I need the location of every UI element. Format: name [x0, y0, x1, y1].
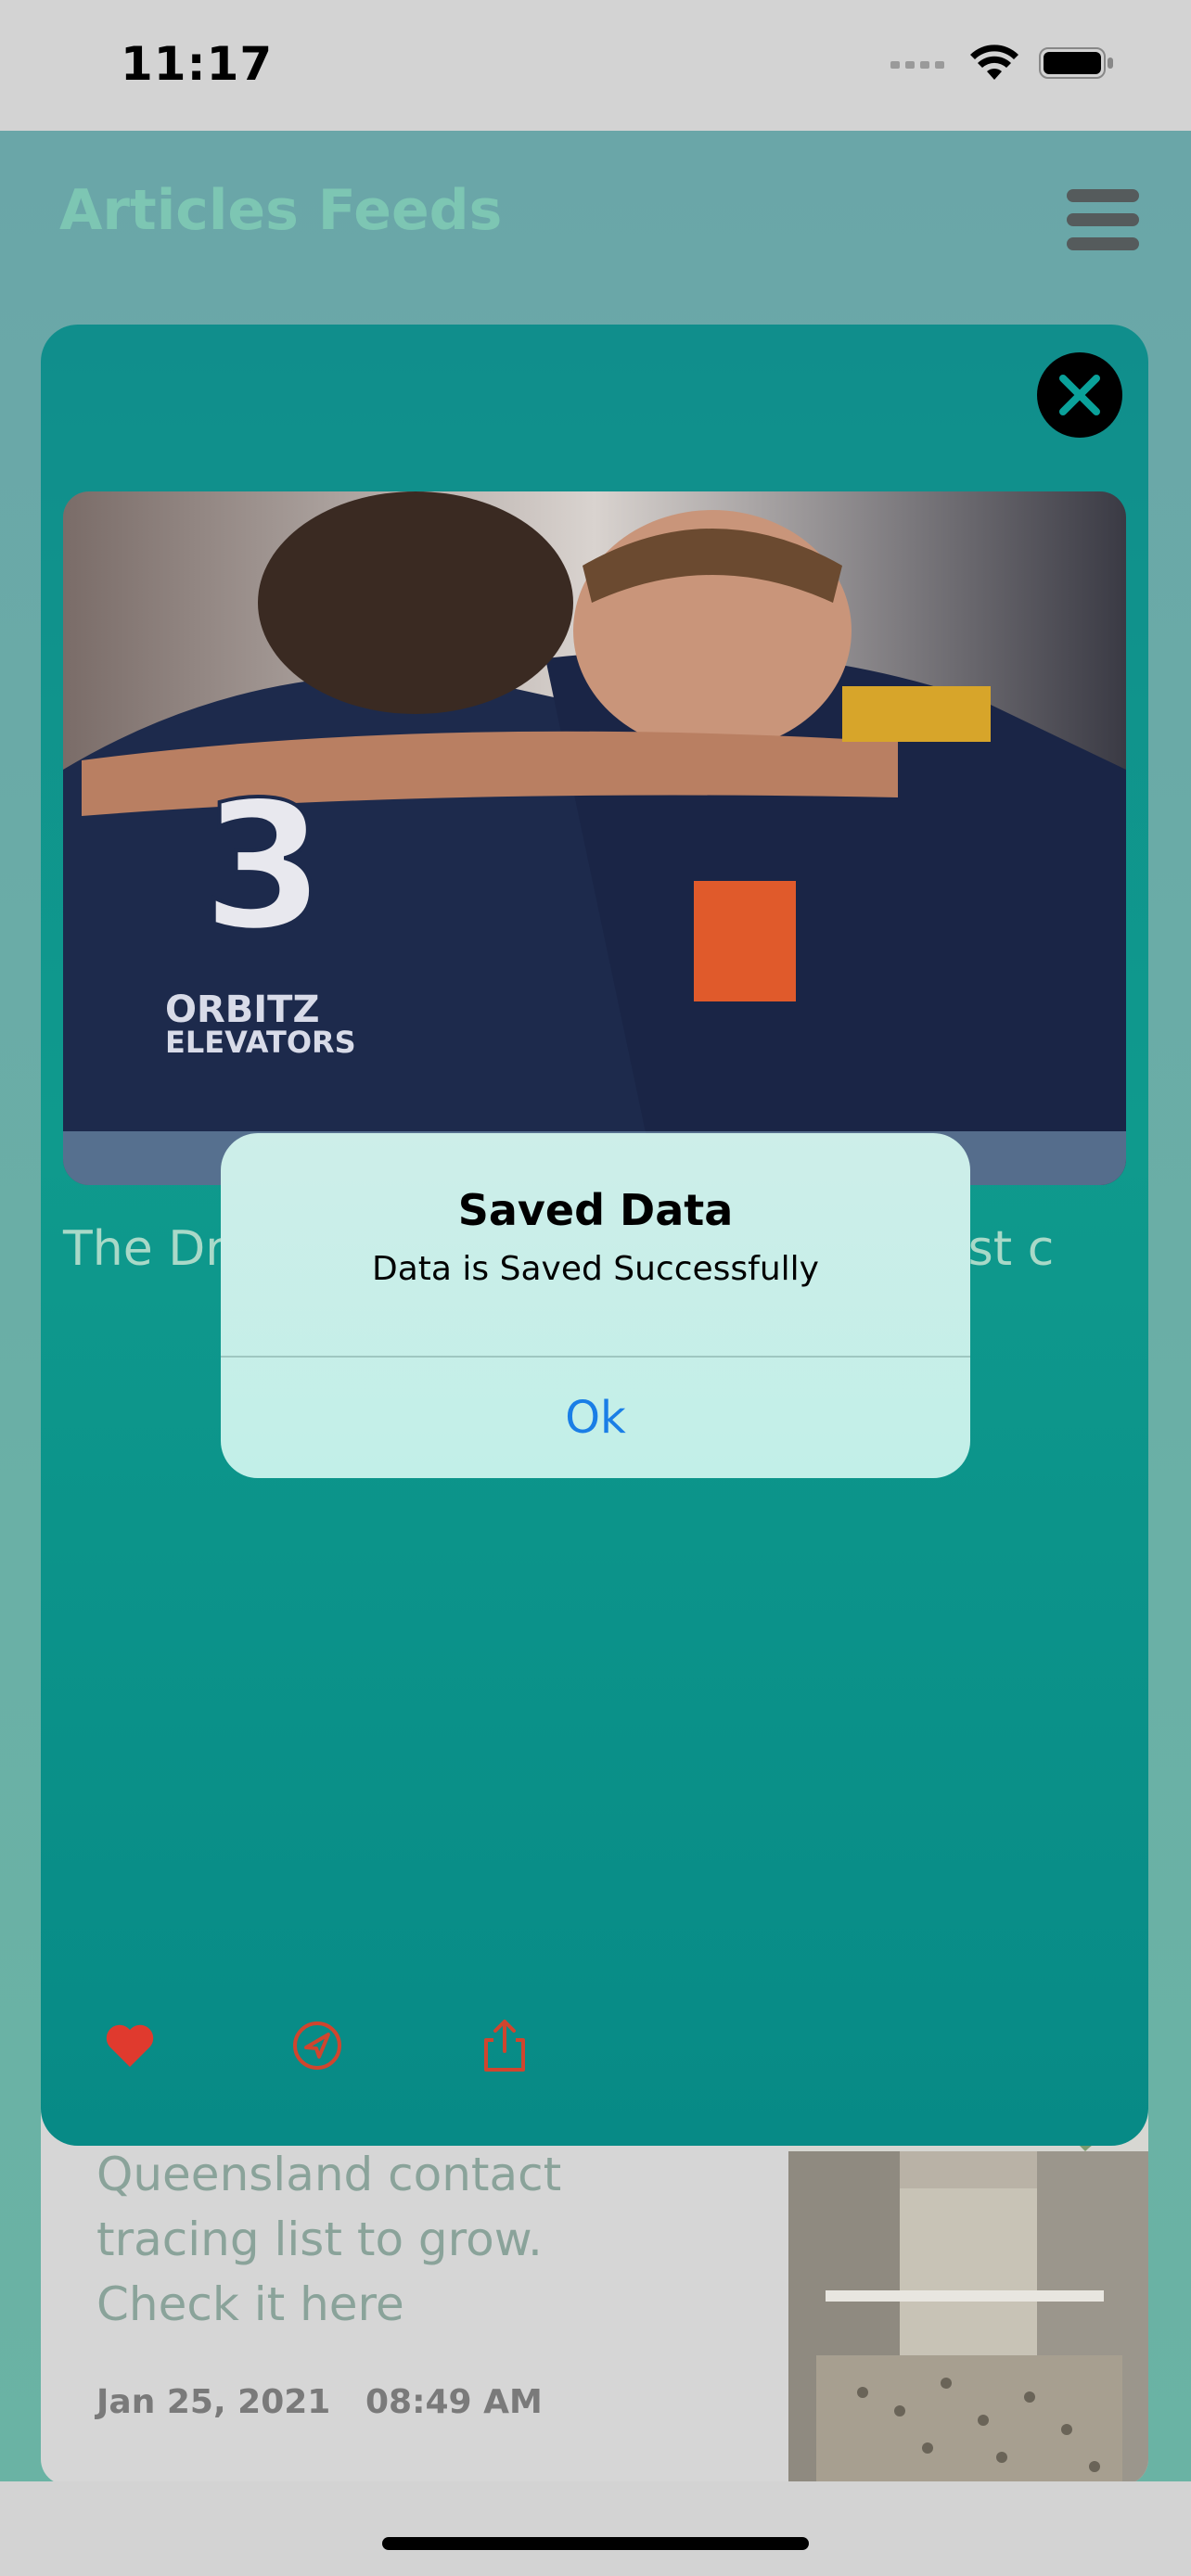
close-icon [1059, 375, 1100, 415]
close-button[interactable] [1037, 352, 1122, 438]
article-actions [96, 2012, 538, 2079]
cellular-signal-icon [890, 61, 944, 69]
send-icon [293, 2021, 341, 2070]
wifi-icon [970, 45, 1018, 80]
article-time: 08:49 AM [365, 2383, 543, 2421]
article-date: Jan 25, 2021 [96, 2383, 331, 2421]
article-hero-image: 3 ORBITZ ELEVATORS [63, 491, 1126, 1185]
svg-text:ELEVATORS: ELEVATORS [165, 1025, 356, 1060]
home-indicator[interactable] [382, 2537, 809, 2550]
alert-ok-button[interactable]: Ok [221, 1358, 970, 1478]
svg-text:3: 3 [202, 764, 325, 969]
alert-title: Saved Data [457, 1185, 734, 1235]
page-title: Articles Feeds [59, 178, 503, 243]
share-icon [484, 2020, 525, 2072]
status-icons [890, 45, 1115, 82]
share-button[interactable] [471, 2012, 538, 2079]
article-list-item-date: Jan 25, 2021 08:49 AM [96, 2383, 543, 2421]
status-time: 11:17 [121, 37, 274, 91]
hamburger-menu-icon[interactable] [1067, 189, 1141, 252]
article-list-item-title: Queensland contact tracing list to grow.… [96, 2148, 562, 2331]
alert-message: Data is Saved Successfully [372, 1250, 819, 1288]
navigate-button[interactable] [284, 2012, 351, 2079]
saved-data-alert: Saved Data Data is Saved Successfully Ok [221, 1133, 970, 1478]
status-bar: 11:17 [0, 0, 1191, 131]
heart-icon [106, 2024, 154, 2067]
like-button[interactable] [96, 2012, 163, 2079]
battery-icon [1039, 47, 1113, 79]
home-bar-area [0, 2481, 1191, 2576]
